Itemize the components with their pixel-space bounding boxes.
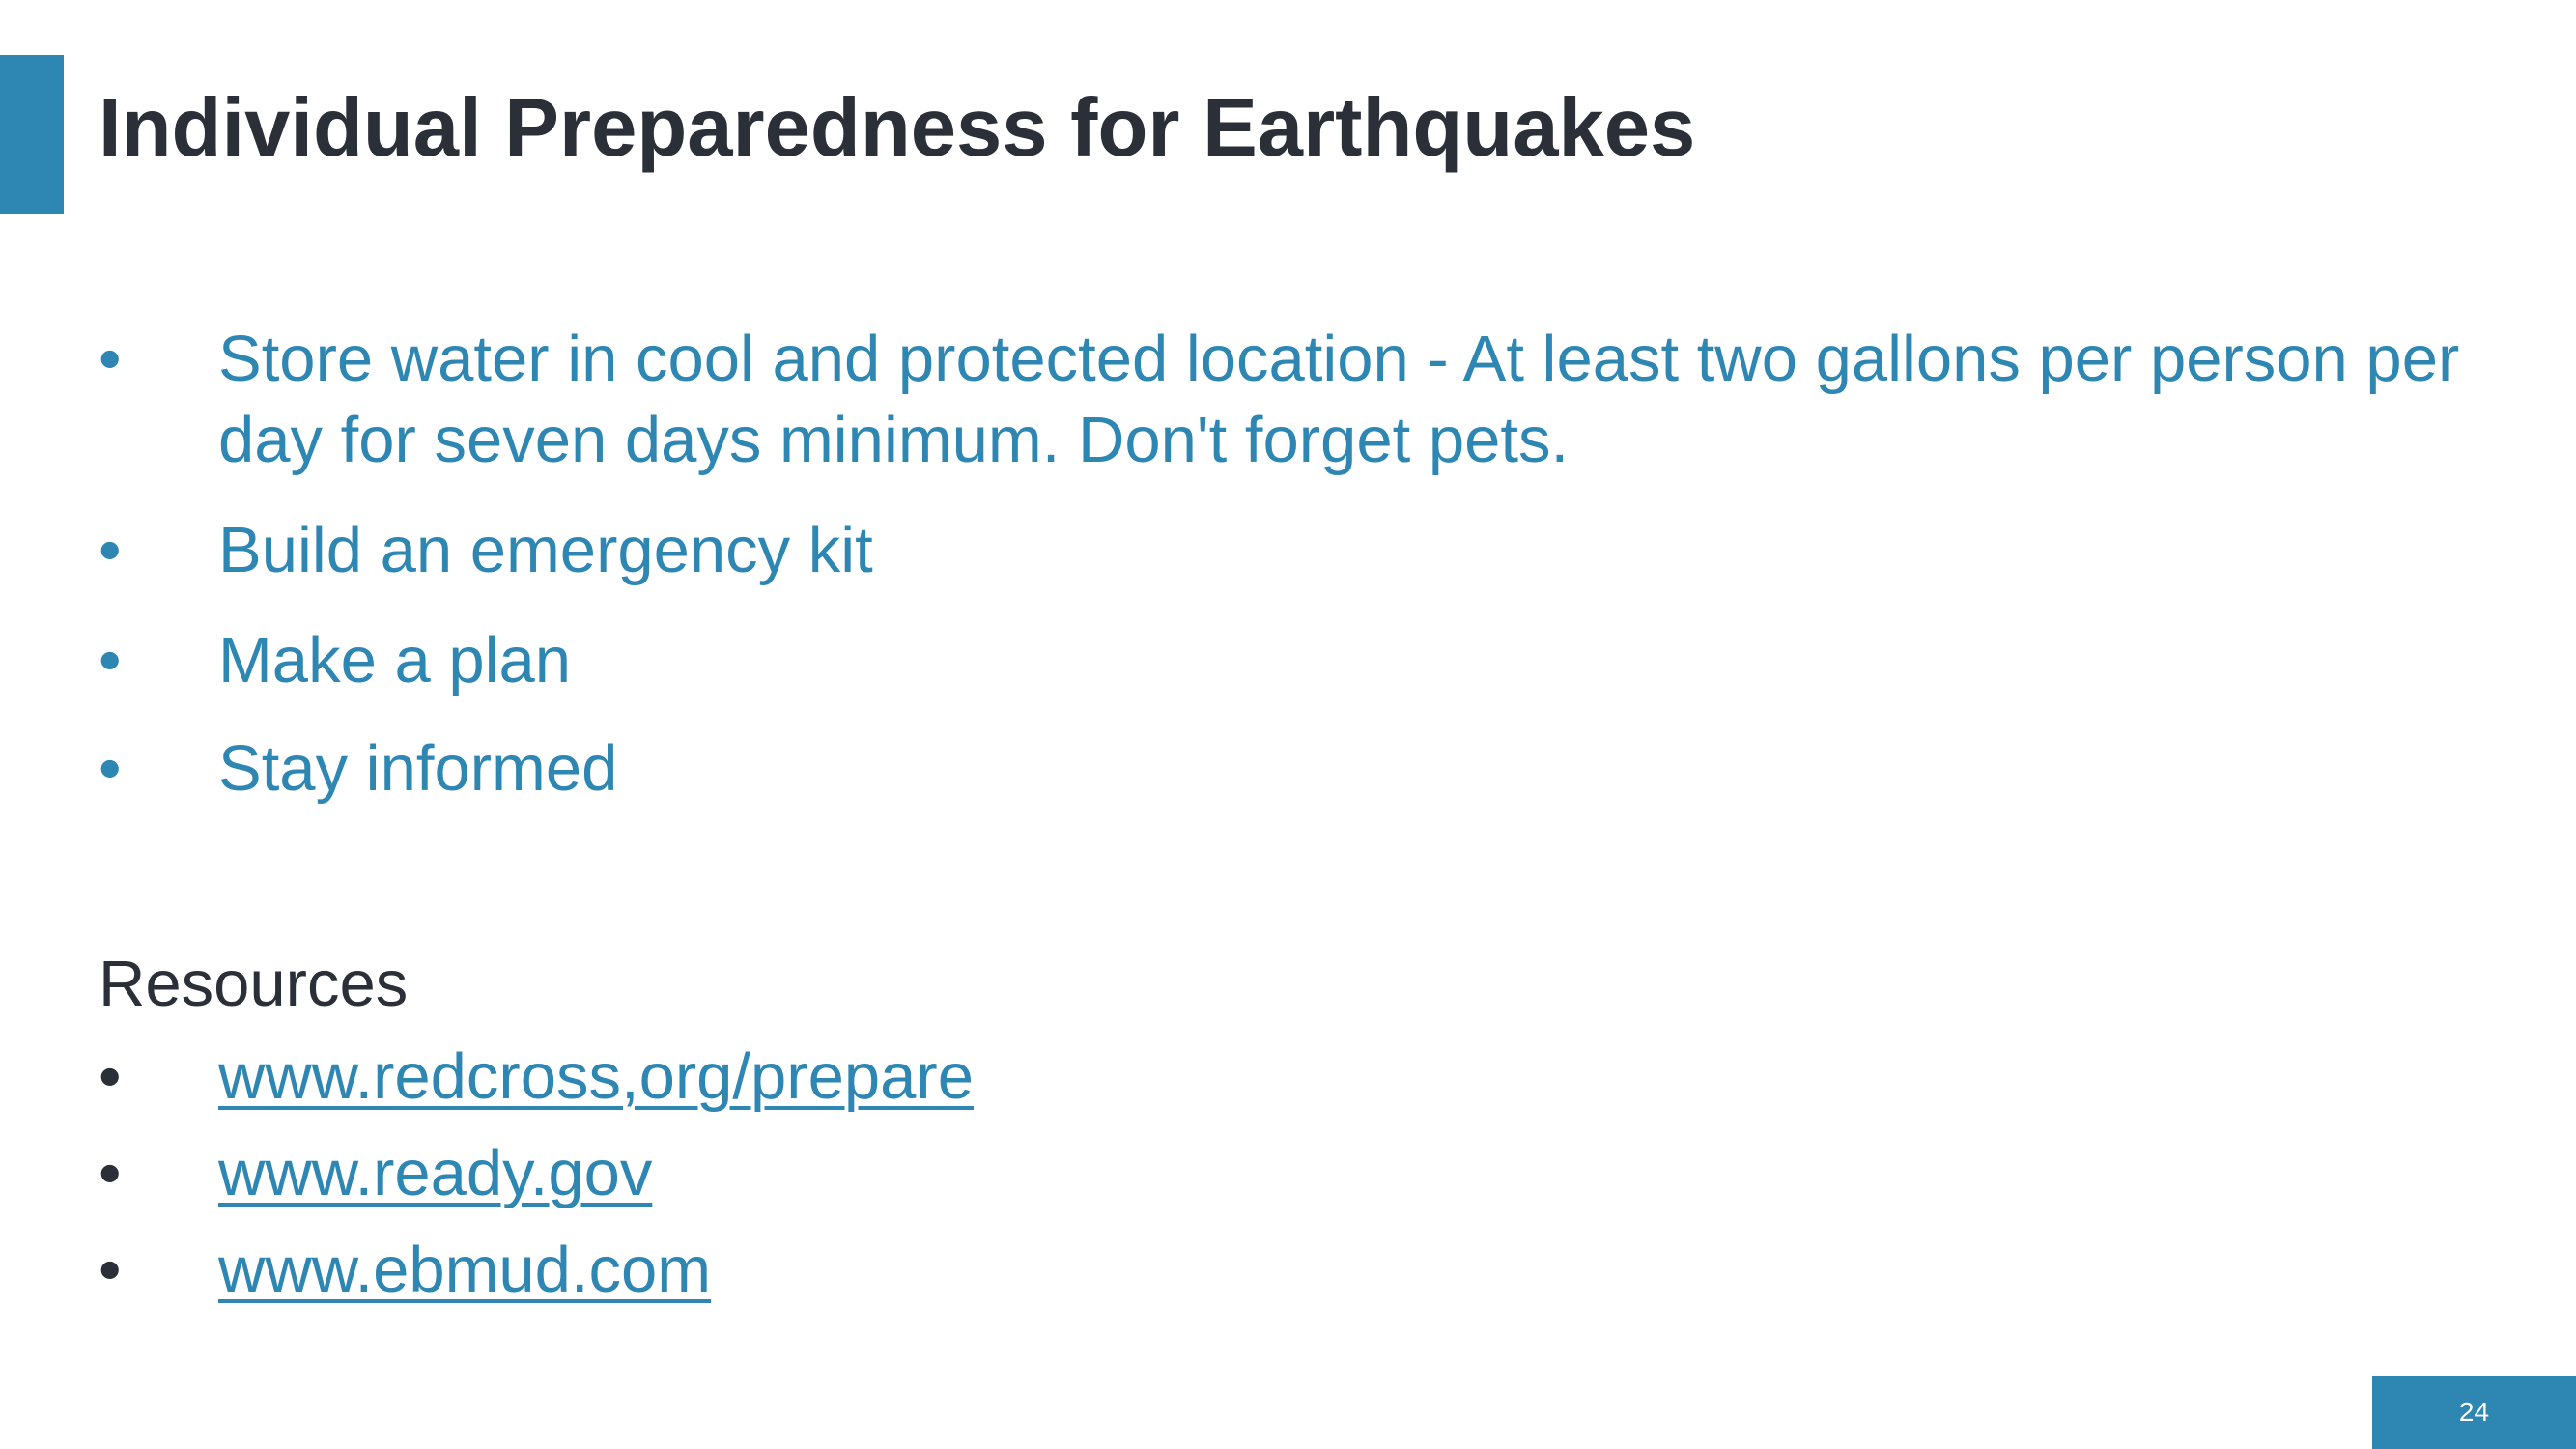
bullet-icon: • [99,1040,122,1113]
bullet-icon: • [99,514,122,586]
resources-heading: Resources [99,948,409,1020]
list-item-text: Stay informed [218,732,618,805]
list-item-text: Store water in cool and protected locati… [218,323,2460,476]
list-item-text: Build an emergency kit [218,514,873,586]
title-accent-bar [0,55,64,214]
list-item-text: Make a plan [218,624,571,696]
list-item: • Build an emergency kit [99,510,2465,591]
resource-link-redcross[interactable]: www.redcross,org/prepare [218,1037,974,1118]
bullet-icon: • [99,1234,122,1306]
list-item: • Store water in cool and protected loca… [99,319,2465,481]
bullet-icon: • [99,323,122,395]
list-item: • Make a plan [99,620,2465,701]
resource-link-ebmud[interactable]: www.ebmud.com [218,1230,711,1311]
bullet-icon: • [99,1137,122,1209]
slide-title: Individual Preparedness for Earthquakes [99,82,1696,174]
bullet-icon: • [99,624,122,696]
resource-link-ready-gov[interactable]: www.ready.gov [218,1133,652,1214]
list-item: • Stay informed [99,728,2465,810]
bullet-icon: • [99,732,122,805]
page-number: 24 [2372,1376,2576,1449]
